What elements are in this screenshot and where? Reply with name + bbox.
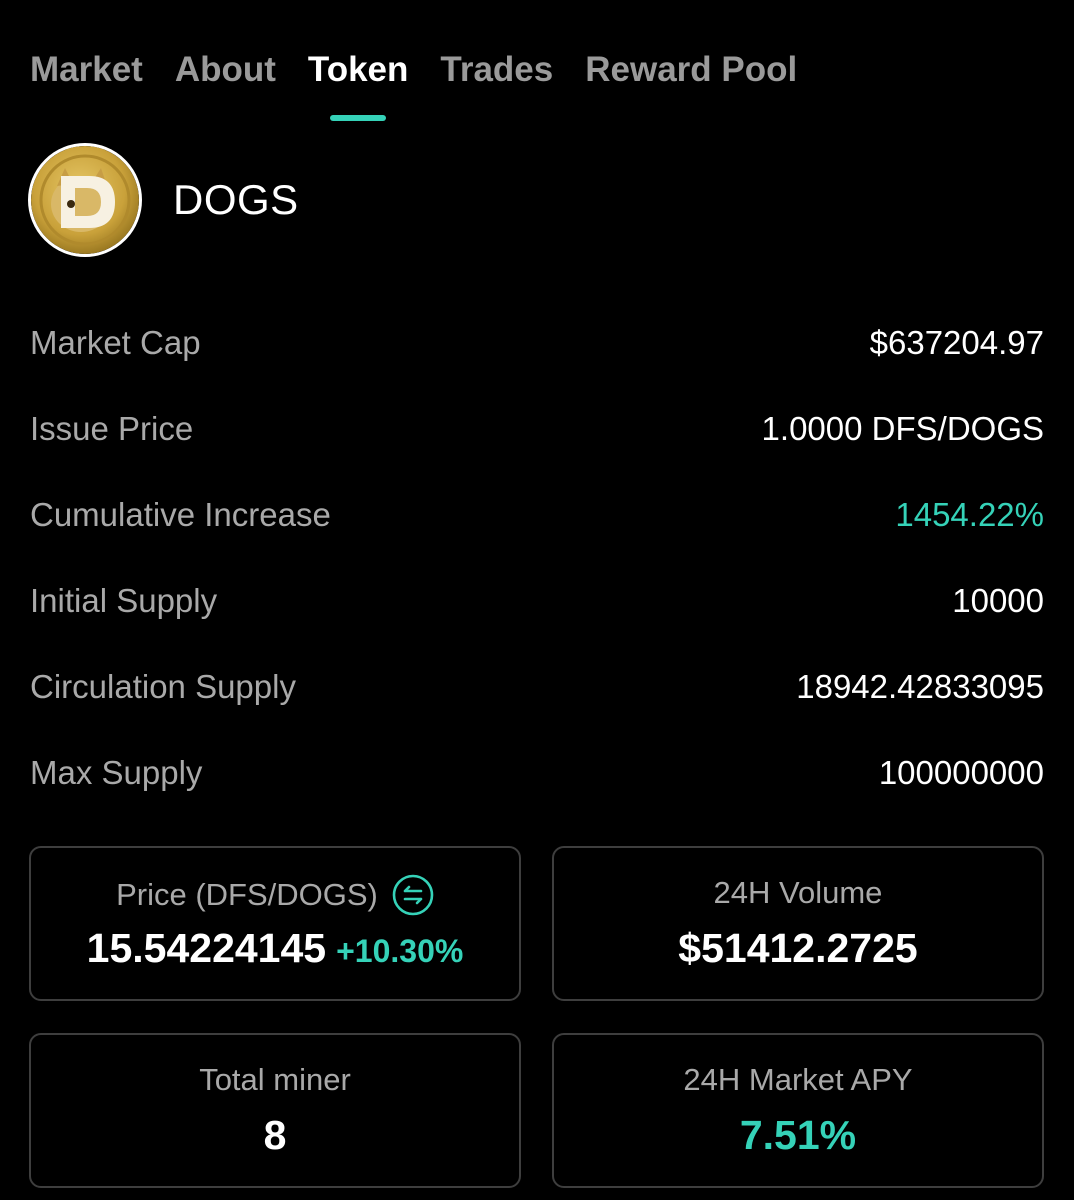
- tab-reward-pool[interactable]: Reward Pool: [585, 48, 797, 128]
- miner-card-title: Total miner: [199, 1062, 351, 1097]
- info-row-market-cap: Market Cap $637204.97: [30, 300, 1044, 386]
- apy-value: 7.51%: [739, 1112, 857, 1158]
- tab-token-label: Token: [307, 50, 409, 89]
- price-card-title-row: Price (DFS/DOGS): [31, 874, 519, 916]
- token-name: DOGS: [173, 176, 299, 223]
- info-row-issue-price: Issue Price 1.0000 DFS/DOGS: [30, 386, 1044, 472]
- info-value: 18942.42833095: [796, 668, 1044, 705]
- doge-coin-icon: [28, 143, 142, 257]
- price-value: 15.54224145: [86, 925, 327, 971]
- tab-bar: Market About Token Trades Reward Pool: [30, 48, 797, 128]
- volume-card: 24H Volume $51412.2725: [552, 846, 1044, 1001]
- token-header: DOGS: [28, 142, 299, 258]
- info-value: 100000000: [878, 754, 1044, 791]
- apy-card-title: 24H Market APY: [683, 1062, 913, 1097]
- tab-market-label: Market: [30, 50, 143, 89]
- info-row-initial-supply: Initial Supply 10000: [30, 558, 1044, 644]
- info-value: 1454.22%: [895, 496, 1044, 533]
- miner-value: 8: [263, 1112, 287, 1158]
- info-label: Issue Price: [30, 410, 194, 447]
- info-label: Cumulative Increase: [30, 496, 331, 533]
- tab-trades[interactable]: Trades: [440, 48, 553, 128]
- price-change: +10.30%: [336, 933, 464, 969]
- info-label: Circulation Supply: [30, 668, 296, 705]
- info-label: Max Supply: [30, 754, 203, 791]
- tab-reward-pool-label: Reward Pool: [585, 50, 798, 89]
- tab-about[interactable]: About: [175, 48, 276, 128]
- info-value: 1.0000 DFS/DOGS: [761, 410, 1044, 447]
- tab-trades-label: Trades: [440, 50, 554, 89]
- info-value: $637204.97: [869, 324, 1044, 361]
- tab-token[interactable]: Token: [308, 48, 408, 128]
- price-card-value-row: 15.54224145 +10.30%: [31, 924, 519, 975]
- swap-icon[interactable]: [392, 874, 434, 916]
- token-info-list: Market Cap $637204.97 Issue Price 1.0000…: [30, 300, 1044, 816]
- price-card-title: Price (DFS/DOGS): [116, 877, 378, 912]
- info-value: 10000: [952, 582, 1044, 619]
- miner-card: Total miner 8: [29, 1033, 521, 1188]
- info-row-max-supply: Max Supply 100000000: [30, 730, 1044, 816]
- info-label: Initial Supply: [30, 582, 218, 619]
- apy-card: 24H Market APY 7.51%: [552, 1033, 1044, 1188]
- volume-card-title: 24H Volume: [713, 875, 883, 910]
- info-row-circulation-supply: Circulation Supply 18942.42833095: [30, 644, 1044, 730]
- tab-market[interactable]: Market: [30, 48, 143, 128]
- active-tab-indicator: [330, 115, 387, 121]
- info-row-cumulative-increase: Cumulative Increase 1454.22%: [30, 472, 1044, 558]
- volume-value: $51412.2725: [678, 925, 918, 971]
- price-card: Price (DFS/DOGS) 15.54224145 +10.30%: [29, 846, 521, 1001]
- info-label: Market Cap: [30, 324, 201, 361]
- tab-about-label: About: [174, 50, 276, 89]
